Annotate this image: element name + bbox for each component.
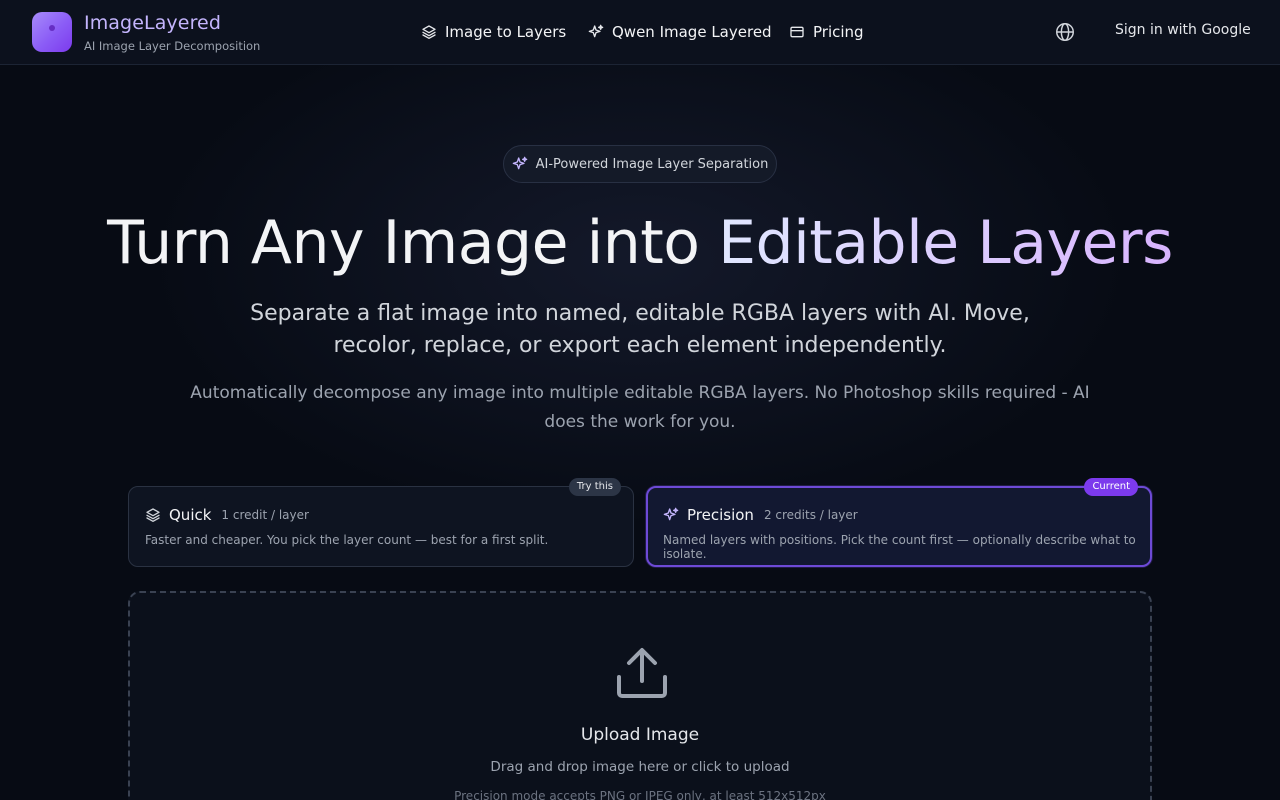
globe-icon[interactable] — [1054, 21, 1076, 43]
nav-label: Qwen Image Layered — [612, 23, 772, 41]
mode-cost: 2 credits / layer — [763, 508, 858, 522]
nav-image-to-layers[interactable]: Image to Layers — [421, 20, 566, 44]
hero-title: Turn Any Image into Editable Layers — [0, 208, 1280, 278]
upload-icon — [617, 648, 667, 698]
brand-name[interactable]: ImageLayered — [84, 12, 221, 34]
credit-card-icon — [790, 26, 804, 38]
nav-pricing[interactable]: Pricing — [789, 20, 864, 44]
mode-title: Precision — [687, 506, 754, 524]
mode-card-precision[interactable]: Current Precision 2 credits / layer Name… — [646, 478, 1152, 567]
hero-badge: AI-Powered Image Layer Separation — [503, 145, 777, 183]
current-badge: Current — [1084, 478, 1138, 496]
hero-title-plain: Turn Any Image into — [107, 208, 719, 278]
sparkles-icon — [588, 24, 604, 38]
hero-subtitle: Separate a flat image into named, editab… — [250, 301, 1030, 358]
hero-badge-label: AI-Powered Image Layer Separation — [535, 156, 769, 172]
upload-title: Upload Image — [580, 725, 700, 745]
sign-in-google-button[interactable]: Sign in with Google — [1115, 22, 1251, 38]
upload-dropzone[interactable]: Upload Image Drag and drop image here or… — [128, 591, 1152, 800]
mode-card-quick[interactable]: Try this Quick 1 credit / layer Faster a… — [128, 478, 634, 567]
top-navbar: ImageLayered AI Image Layer Decompositio… — [0, 0, 1280, 65]
nav-label: Image to Layers — [445, 23, 567, 41]
nav-qwen-image-layered[interactable]: Qwen Image Layered — [588, 20, 772, 44]
upload-hint: Drag and drop image here or click to upl… — [490, 759, 790, 775]
upload-note: Precision mode accepts PNG or JPEG only,… — [454, 789, 826, 800]
layers-icon — [146, 508, 160, 522]
sparkles-icon — [663, 507, 679, 521]
mode-description: Faster and cheaper. You pick the layer c… — [145, 533, 549, 547]
sparkles-icon — [512, 156, 527, 170]
brand-logo[interactable] — [32, 12, 72, 52]
nav-label: Pricing — [813, 23, 864, 41]
mode-description: Named layers with positions. Pick the co… — [663, 533, 1136, 561]
try-this-badge: Try this — [568, 478, 621, 496]
hero-description: Automatically decompose any image into m… — [190, 383, 1090, 432]
layers-icon — [422, 25, 436, 39]
hero-title-accent: Editable Layers — [718, 208, 1173, 278]
mode-title: Quick — [169, 506, 212, 524]
mode-cost: 1 credit / layer — [221, 508, 309, 522]
brand-tagline: AI Image Layer Decomposition — [84, 39, 261, 53]
